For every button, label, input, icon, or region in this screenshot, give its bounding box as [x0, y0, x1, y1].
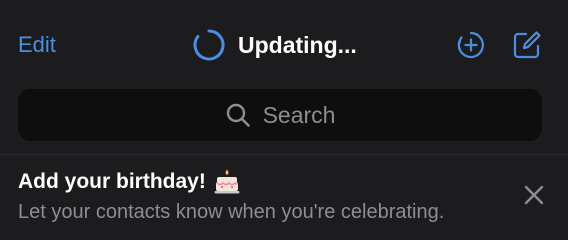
- compose-icon[interactable]: [512, 30, 542, 60]
- search-icon: [226, 103, 250, 127]
- banner-title-row: Add your birthday!: [18, 169, 240, 195]
- search-input[interactable]: Search: [18, 89, 542, 141]
- add-story-icon[interactable]: [456, 30, 486, 60]
- edit-button[interactable]: Edit: [18, 31, 56, 59]
- header-bar: Edit Updating...: [0, 0, 568, 88]
- search-placeholder: Search: [262, 102, 336, 128]
- title-area: Updating...: [192, 27, 357, 63]
- close-icon[interactable]: [522, 183, 546, 207]
- banner-subtitle: Let your contacts know when you're celeb…: [18, 201, 445, 223]
- birthday-banner[interactable]: Add your birthday! Let your contacts kno…: [0, 155, 568, 235]
- banner-title: Add your birthday!: [18, 170, 206, 193]
- page-title: Updating...: [238, 32, 357, 58]
- loading-spinner-icon: [193, 29, 225, 61]
- birthday-cake-icon: [214, 169, 240, 194]
